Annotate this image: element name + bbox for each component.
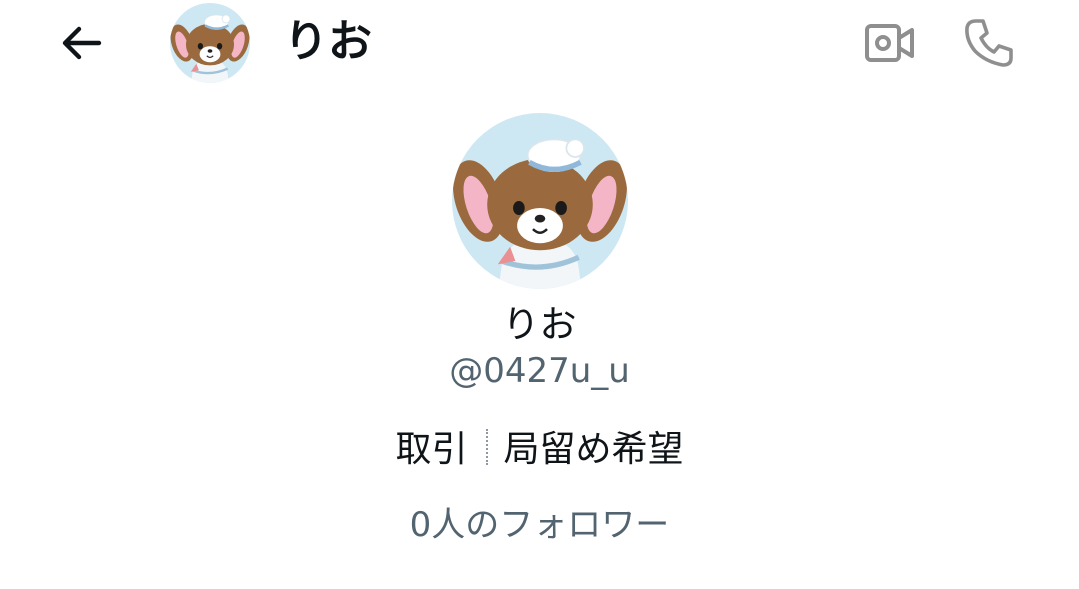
followers-count[interactable]: 0人のフォロワー [0,500,1079,550]
profile-handle: @0427u_u [449,351,630,391]
top-bar: りお [0,0,1079,86]
arrow-left-icon [62,26,102,60]
video-camera-icon [865,24,914,62]
phone-call-button[interactable] [958,12,1020,74]
back-button[interactable] [52,17,110,69]
bio-part-2: 局留め希望 [503,429,684,470]
header-name[interactable]: りお [284,14,372,70]
bio-divider [485,429,488,465]
header-avatar[interactable] [170,3,250,83]
bio-part-1: 取引 [395,429,468,470]
video-call-button[interactable] [858,16,922,70]
profile-bio: 取引 局留め希望 [0,424,1079,476]
phone-icon [965,19,1013,67]
profile-name: りお [502,303,577,346]
profile-avatar[interactable] [452,113,628,289]
